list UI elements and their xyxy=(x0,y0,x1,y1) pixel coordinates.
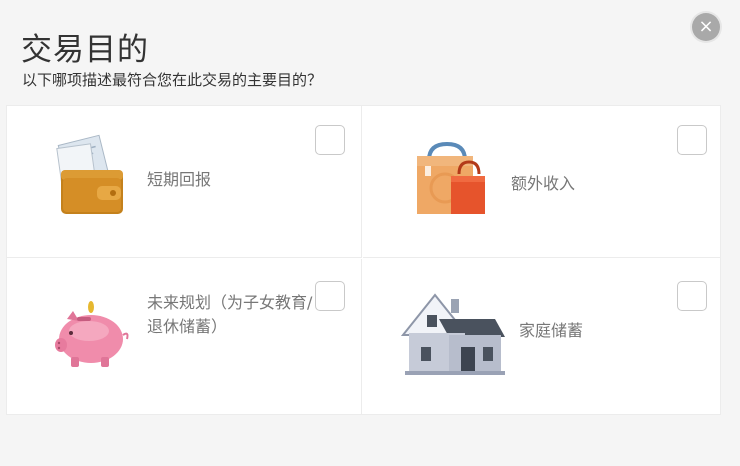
option-label: 短期回报 xyxy=(147,170,212,189)
option-family-savings[interactable]: 家庭储蓄 xyxy=(363,259,720,414)
shopping-bags-icon xyxy=(417,142,485,214)
options-grid: 短期回报 额外收入 未来规划（为子女教育/退休储蓄） 家庭储蓄 xyxy=(6,105,721,415)
wallet-icon xyxy=(56,134,123,214)
option-checkbox[interactable] xyxy=(315,125,345,155)
option-short-term-return[interactable]: 短期回报 xyxy=(7,106,362,258)
close-button[interactable]: × xyxy=(692,13,720,41)
page-title: 交易目的 xyxy=(21,32,149,68)
piggy-bank-icon xyxy=(55,301,129,367)
option-checkbox[interactable] xyxy=(315,281,345,311)
option-label: 家庭储蓄 xyxy=(519,321,584,340)
option-future-planning[interactable]: 未来规划（为子女教育/退休储蓄） xyxy=(7,259,362,414)
option-checkbox[interactable] xyxy=(677,125,707,155)
option-label: 未来规划（为子女教育/退休储蓄） xyxy=(147,293,313,336)
option-label: 额外收入 xyxy=(511,174,576,193)
option-extra-income[interactable]: 额外收入 xyxy=(363,106,720,258)
page-subtitle: 以下哪项描述最符合您在此交易的主要目的？ xyxy=(22,71,323,89)
close-icon: × xyxy=(698,16,714,37)
option-checkbox[interactable] xyxy=(677,281,707,311)
house-icon xyxy=(400,293,505,375)
